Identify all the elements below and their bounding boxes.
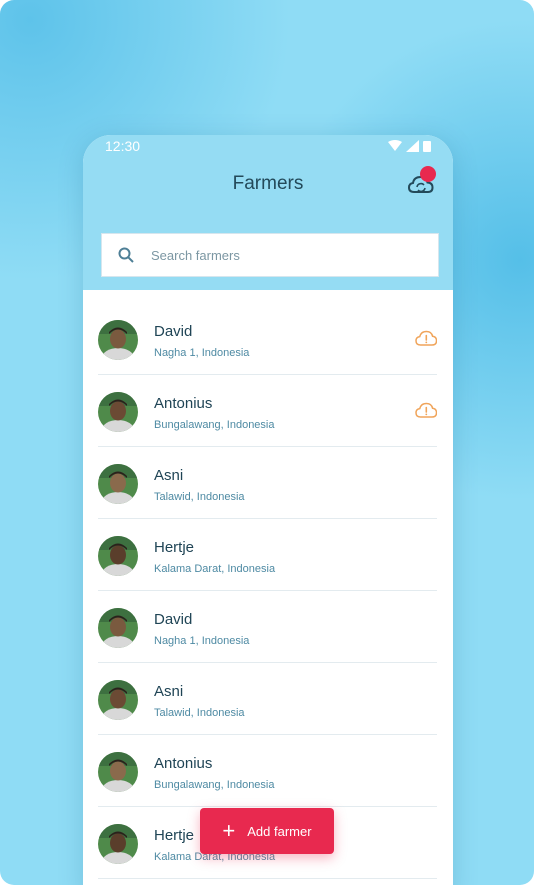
search-input[interactable] bbox=[149, 246, 438, 264]
farmer-name: David bbox=[154, 611, 193, 628]
farmer-row[interactable]: Antonius Bungalawang, Indonesia bbox=[98, 375, 437, 447]
farmer-name: Asni bbox=[154, 467, 184, 484]
farmer-avatar bbox=[98, 824, 138, 864]
farmer-row[interactable]: Hertje Kalama Darat, Indonesia bbox=[98, 519, 437, 591]
farmer-location: Talawid, Indonesia bbox=[154, 707, 245, 719]
wifi-icon bbox=[388, 140, 402, 151]
page-title: Farmers bbox=[232, 173, 304, 194]
farmer-location: Bungalawang, Indonesia bbox=[154, 779, 275, 791]
sync-warning-icon bbox=[415, 330, 437, 346]
farmer-row[interactable]: Antonius Bungalawang, Indonesia bbox=[98, 735, 437, 807]
signal-icon bbox=[406, 140, 419, 152]
farmer-avatar bbox=[98, 320, 138, 360]
farmer-list: David Nagha 1, Indonesia Antonius Bungal… bbox=[98, 303, 437, 879]
sync-warning-icon bbox=[415, 402, 437, 418]
background: 12:30 Farmers Search farmers David Nagha… bbox=[0, 0, 534, 885]
status-time: 12:30 bbox=[105, 138, 141, 154]
farmer-location: Nagha 1, Indonesia bbox=[154, 635, 250, 647]
farmer-name: Asni bbox=[154, 683, 184, 700]
status-icons bbox=[388, 140, 431, 152]
farmer-location: Nagha 1, Indonesia bbox=[154, 347, 250, 359]
farmer-avatar bbox=[98, 536, 138, 576]
phone-screen: 12:30 Farmers Search farmers David Nagha… bbox=[83, 135, 453, 885]
farmer-location: Kalama Darat, Indonesia bbox=[154, 563, 276, 575]
farmer-row[interactable]: David Nagha 1, Indonesia bbox=[98, 303, 437, 375]
farmer-location: Bungalawang, Indonesia bbox=[154, 419, 275, 431]
farmer-name: Antonius bbox=[154, 395, 213, 412]
farmer-avatar bbox=[98, 680, 138, 720]
battery-icon bbox=[423, 141, 431, 152]
notification-badge bbox=[420, 166, 436, 182]
search-icon bbox=[118, 247, 134, 263]
farmer-name: Hertje bbox=[154, 539, 195, 556]
farmer-row[interactable]: Asni Talawid, Indonesia bbox=[98, 663, 437, 735]
farmer-avatar bbox=[98, 464, 138, 504]
search-bar bbox=[101, 233, 439, 277]
farmer-avatar bbox=[98, 752, 138, 792]
farmer-avatar bbox=[98, 392, 138, 432]
add-farmer-label: Add farmer bbox=[247, 823, 312, 839]
farmer-name: David bbox=[154, 323, 193, 340]
farmer-location: Talawid, Indonesia bbox=[154, 491, 245, 503]
farmer-avatar bbox=[98, 608, 138, 648]
farmer-name: Hertje bbox=[154, 827, 195, 844]
farmer-row[interactable]: Asni Talawid, Indonesia bbox=[98, 447, 437, 519]
farmer-name: Antonius bbox=[154, 755, 213, 772]
add-farmer-button[interactable]: + Add farmer bbox=[200, 808, 334, 854]
plus-icon: + bbox=[222, 818, 236, 843]
app-header: 12:30 Farmers bbox=[83, 135, 453, 290]
farmer-row[interactable]: David Nagha 1, Indonesia bbox=[98, 591, 437, 663]
